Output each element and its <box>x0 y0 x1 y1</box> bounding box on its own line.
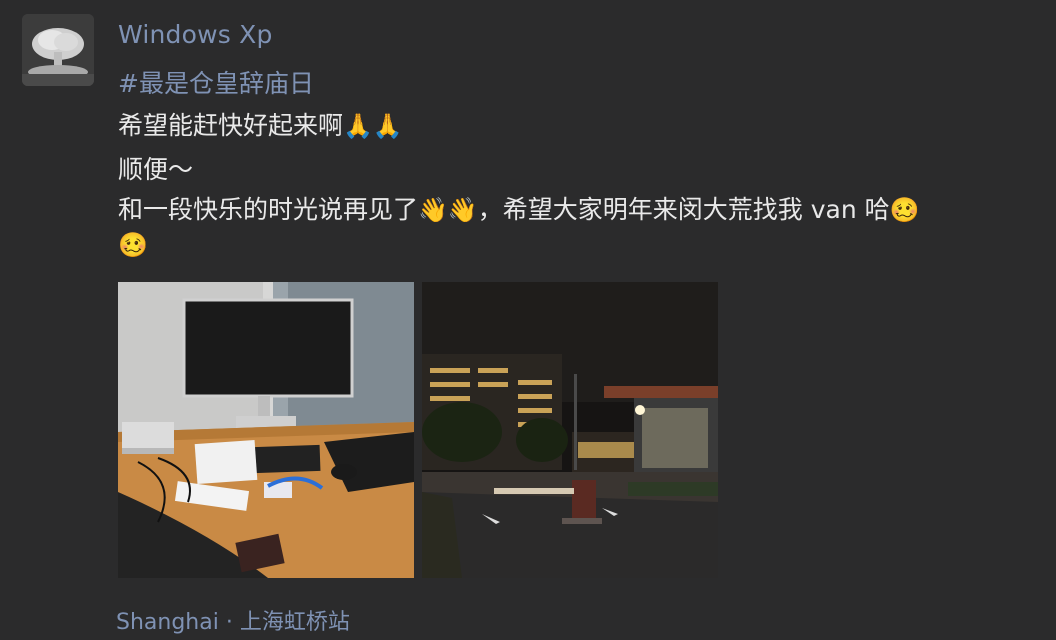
avatar[interactable] <box>22 14 94 86</box>
post-text-line-1: 希望能赶快好起来啊🙏🙏 <box>118 106 403 142</box>
photo-night-gate[interactable] <box>422 282 718 578</box>
wave-emoji-icon: 👋 <box>447 196 478 224</box>
post-text-segment: 和一段快乐的时光说再见了 <box>118 195 419 224</box>
post-text-line-4: 🥴 <box>118 230 148 259</box>
author-name[interactable]: Windows Xp <box>118 20 273 49</box>
mushroom-cloud-icon <box>22 14 94 86</box>
woozy-emoji-icon: 🥴 <box>118 231 148 259</box>
photo-office-desk[interactable] <box>118 282 414 578</box>
hashtag-link[interactable]: #最是仓皇辞庙日 <box>118 64 314 100</box>
woozy-emoji-icon: 🥴 <box>889 196 920 224</box>
post-text-segment: 希望能赶快好起来啊 <box>118 111 344 140</box>
moments-post: Windows Xp #最是仓皇辞庙日 希望能赶快好起来啊🙏🙏 顺便～ 和一段快… <box>0 0 1056 640</box>
wave-emoji-icon: 👋 <box>418 196 448 224</box>
pray-emoji-icon: 🙏 <box>343 112 373 140</box>
post-text-line-2: 顺便～ <box>118 155 194 184</box>
location-link[interactable]: Shanghai · 上海虹桥站 <box>116 604 350 636</box>
post-text-line-3: 和一段快乐的时光说再见了👋👋，希望大家明年来闵大荒找我 van 哈🥴 <box>118 190 920 226</box>
pray-emoji-icon: 🙏 <box>372 112 403 140</box>
post-text-segment: ，希望大家明年来闵大荒找我 van 哈 <box>477 195 890 224</box>
